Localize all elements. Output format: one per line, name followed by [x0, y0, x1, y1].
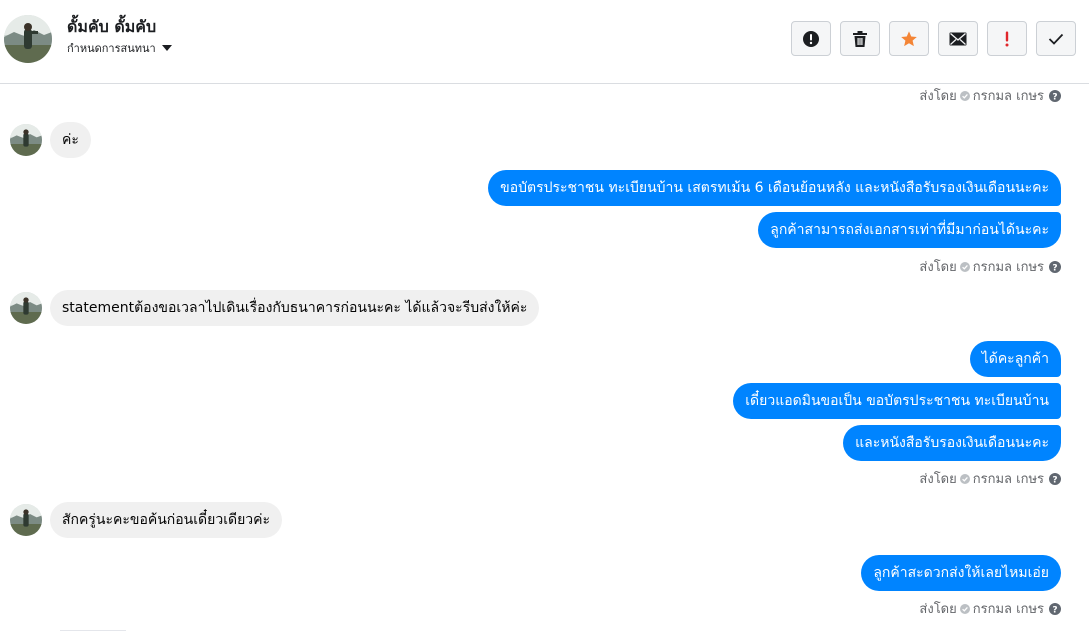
sent-by-label: ส่งโดย กรกมล เกษร ?	[919, 468, 1061, 489]
svg-text:?: ?	[1052, 263, 1057, 273]
message-list[interactable]: ส่งโดย กรกมล เกษร ? ค่ะ ขอบัตรประชาชน ทะ…	[0, 84, 1089, 632]
mark-unread-button[interactable]	[938, 21, 978, 56]
exclamation-icon	[1005, 31, 1009, 46]
help-icon[interactable]: ?	[1049, 260, 1061, 273]
check-badge-icon	[959, 261, 970, 272]
outgoing-message-bubble[interactable]: ได้คะลูกค้า	[969, 341, 1061, 377]
outgoing-message-bubble[interactable]: และหนังสือรับรองเงินเดือนนะคะ	[843, 425, 1061, 461]
outgoing-message-bubble[interactable]: ลูกค้าสะดวกส่งให้เลยไหมเอ่ย	[861, 555, 1061, 591]
help-icon[interactable]: ?	[1049, 472, 1061, 485]
mark-important-button[interactable]	[987, 21, 1027, 56]
svg-text:?: ?	[1052, 475, 1057, 485]
outgoing-message-bubble[interactable]: ลูกค้าสามารถส่งเอกสารเท่าที่มีมาก่อนได้น…	[758, 212, 1061, 248]
help-icon[interactable]: ?	[1049, 89, 1061, 102]
incoming-message-bubble[interactable]: statementต้องขอเวลาไปเดินเรื่องกับธนาคาร…	[50, 290, 540, 326]
sent-by-label: ส่งโดย กรกมล เกษร ?	[919, 85, 1061, 106]
mark-spam-button[interactable]	[791, 21, 831, 56]
incoming-message-row: statementต้องขอเวลาไปเดินเรื่องกับธนาคาร…	[10, 290, 540, 326]
messenger-conversation: ดั้มคับ ดั้มคับ กำหนดการสนทนา ส่งโดย กรก…	[0, 0, 1089, 632]
contact-avatar-small[interactable]	[10, 292, 42, 324]
incoming-message-row: ค่ะ	[10, 122, 91, 158]
outgoing-message-bubble[interactable]: ขอบัตรประชาชน ทะเบียนบ้าน เสตรทเม้น 6 เด…	[488, 170, 1061, 206]
trash-icon	[853, 30, 867, 47]
svg-text:?: ?	[1052, 92, 1057, 102]
check-icon	[1048, 33, 1064, 45]
caret-down-icon	[161, 44, 172, 51]
conversation-header: ดั้มคับ ดั้มคับ กำหนดการสนทนา	[0, 0, 1089, 84]
incoming-message-row: สักครู่นะคะขอค้นก่อนเดี๋ยวเดียวค่ะ	[10, 502, 283, 538]
incoming-message-bubble[interactable]: ค่ะ	[50, 122, 91, 158]
envelope-icon	[949, 32, 967, 45]
sent-by-label: ส่งโดย กรกมล เกษร ?	[919, 256, 1061, 277]
check-badge-icon	[959, 473, 970, 484]
conversation-toolbar	[791, 21, 1076, 56]
conversation-schedule-dropdown[interactable]: กำหนดการสนทนา	[67, 39, 172, 57]
conversation-schedule-label: กำหนดการสนทนา	[67, 42, 156, 55]
contact-avatar-small[interactable]	[10, 124, 42, 156]
svg-text:?: ?	[1052, 605, 1057, 615]
contact-name: ดั้มคับ ดั้มคับ	[67, 17, 157, 36]
outgoing-message-bubble[interactable]: เดี๋ยวแอดมินขอเป็น ขอบัตรประชาชน ทะเบียน…	[733, 383, 1061, 419]
star-button[interactable]	[889, 21, 929, 56]
contact-avatar-small[interactable]	[10, 504, 42, 536]
check-badge-icon	[959, 90, 970, 101]
sent-by-label: ส่งโดย กรกมล เกษร ?	[919, 598, 1061, 619]
incoming-message-bubble[interactable]: สักครู่นะคะขอค้นก่อนเดี๋ยวเดียวค่ะ	[50, 502, 283, 538]
star-icon	[901, 30, 917, 46]
contact-avatar[interactable]	[4, 15, 52, 63]
alert-circle-icon	[803, 30, 819, 47]
mark-done-button[interactable]	[1036, 21, 1076, 56]
check-badge-icon	[959, 603, 970, 614]
delete-button[interactable]	[840, 21, 880, 56]
help-icon[interactable]: ?	[1049, 602, 1061, 615]
